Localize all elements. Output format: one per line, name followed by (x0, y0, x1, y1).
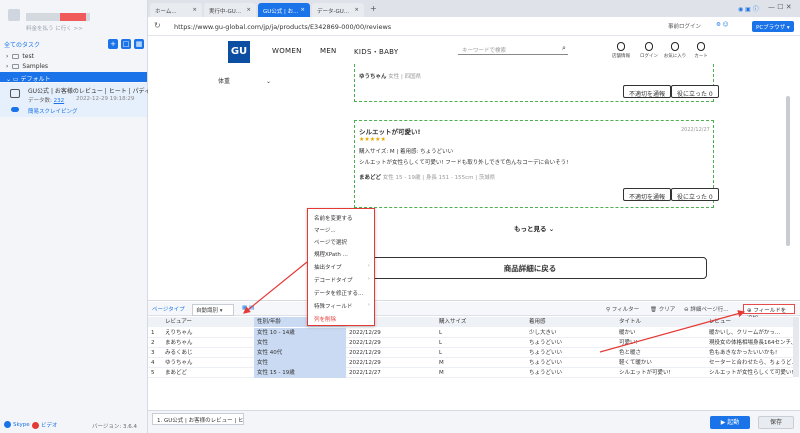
arrow-to-add-field (599, 310, 746, 353)
arrow-to-column (243, 261, 308, 314)
annotation-arrows (243, 261, 746, 353)
